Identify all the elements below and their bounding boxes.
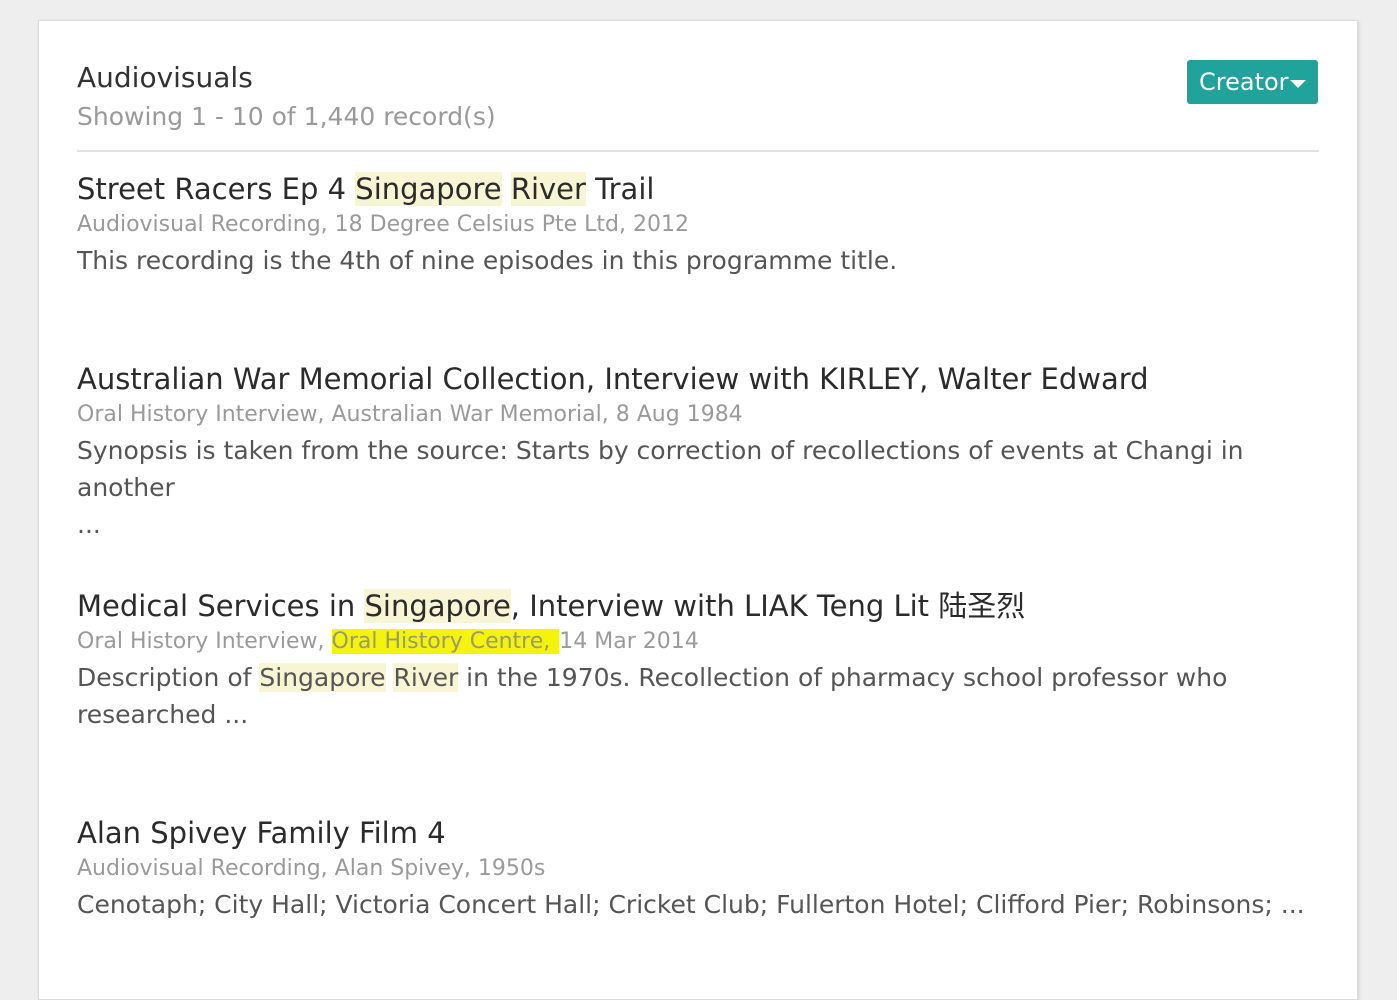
meta-text: Oral History Interview, <box>77 629 332 654</box>
result-item: Alan Spivey Family Film 4 Audiovisual Re… <box>77 814 1319 923</box>
result-description: Synopsis is taken from the source: Start… <box>77 432 1319 543</box>
search-highlight: River <box>393 663 459 692</box>
result-meta: Oral History Interview, Oral History Cen… <box>77 626 1319 658</box>
result-title-link[interactable]: Street Racers Ep 4 Singapore River Trail <box>77 170 1319 208</box>
caret-down-icon <box>1290 80 1306 88</box>
description-line: researched ... <box>77 700 249 729</box>
desc-text: Description of <box>77 663 260 692</box>
result-title-link[interactable]: Alan Spivey Family Film 4 <box>77 814 1319 852</box>
creator-button-label: Creator <box>1199 68 1289 96</box>
results-panel: Audiovisuals Showing 1 - 10 of 1,440 rec… <box>38 20 1358 1000</box>
result-item: Street Racers Ep 4 Singapore River Trail… <box>77 170 1319 279</box>
result-meta: Oral History Interview, Australian War M… <box>77 402 743 427</box>
results-header: Audiovisuals Showing 1 - 10 of 1,440 rec… <box>77 59 1319 151</box>
result-meta: Audiovisual Recording, Alan Spivey, 1950… <box>77 856 546 881</box>
title-text: , Interview with LIAK Teng Lit <box>510 589 939 623</box>
title-text <box>502 172 511 206</box>
record-count: Showing 1 - 10 of 1,440 record(s) <box>77 102 496 131</box>
result-description: This recording is the 4th of nine episod… <box>77 246 898 275</box>
search-highlight: River <box>510 172 586 206</box>
chinese-name: 陆圣烈 <box>938 589 1026 623</box>
meta-text: 14 Mar 2014 <box>559 629 699 654</box>
search-highlight: Singapore <box>364 589 511 623</box>
title-text: Trail <box>585 172 655 206</box>
result-title-link[interactable]: Medical Services in Singapore, Interview… <box>77 587 1319 625</box>
result-description: Description of Singapore River in the 19… <box>77 659 1319 733</box>
title-text: Medical Services in <box>77 589 365 623</box>
result-title-link[interactable]: Australian War Memorial Collection, Inte… <box>77 360 1319 398</box>
title-text: Street Racers Ep 4 <box>77 172 356 206</box>
result-meta: Audiovisual Recording, 18 Degree Celsius… <box>77 212 689 237</box>
result-item: Australian War Memorial Collection, Inte… <box>77 360 1319 543</box>
desc-text: in the 1970s. Recollection of pharmacy s… <box>458 663 1228 692</box>
result-item: Medical Services in Singapore, Interview… <box>77 587 1319 733</box>
creator-filter-button[interactable]: Creator <box>1187 60 1318 104</box>
description-line: ... <box>77 510 101 539</box>
search-highlight: Singapore <box>355 172 502 206</box>
section-title: Audiovisuals <box>77 61 253 94</box>
header-divider <box>77 150 1319 152</box>
search-highlight: Singapore <box>259 663 386 692</box>
marker-highlight: Oral History Centre, <box>331 629 560 654</box>
description-line: Description of Singapore River in the 19… <box>77 659 1319 696</box>
description-line: Synopsis is taken from the source: Start… <box>77 436 1244 502</box>
result-description: Cenotaph; City Hall; Victoria Concert Ha… <box>77 890 1305 919</box>
